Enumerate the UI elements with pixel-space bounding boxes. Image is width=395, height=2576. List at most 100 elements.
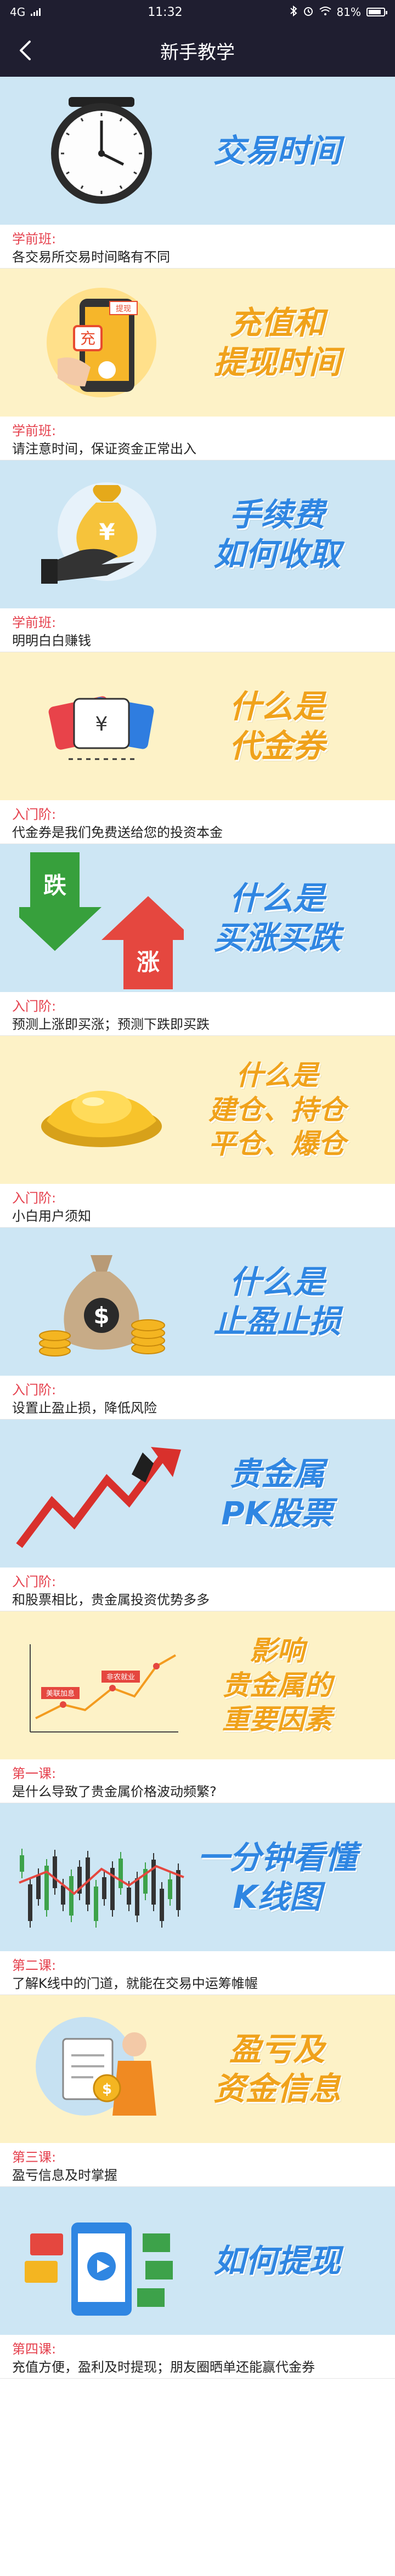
- lesson-title-line: 交易时间: [213, 132, 341, 169]
- lesson-card[interactable]: 交易时间 学前班: 各交易所交易时间略有不同: [0, 77, 395, 269]
- lesson-level-tag: 第四课:: [12, 2341, 57, 2357]
- svg-text:非农就业: 非农就业: [106, 1673, 135, 1682]
- lesson-title: 如何提现: [176, 2187, 379, 2335]
- lesson-banner[interactable]: 跌 涨 什么是 买涨买跌: [0, 844, 395, 992]
- lesson-card[interactable]: $ 什么是 止盈止损 入门阶: 设置止盈止损，降低风险: [0, 1228, 395, 1420]
- lesson-banner[interactable]: 充 提现 充值和 提现时间: [0, 269, 395, 417]
- lesson-banner[interactable]: 美联加息 非农就业 影响 贵金属的 重要因素: [0, 1611, 395, 1759]
- svg-text:提现: 提现: [116, 305, 131, 314]
- alarm-icon: [303, 5, 314, 19]
- lesson-description: 充值方便，盈利及时提现；朋友圈晒单还能赢代金券: [12, 2360, 315, 2375]
- lesson-description: 和股票相比，贵金属投资优势多多: [12, 1592, 210, 1608]
- lesson-title-line: 什么是: [229, 879, 325, 917]
- lesson-title-line: 提现时间: [213, 344, 341, 381]
- lesson-info: 学前班: 明明白白赚钱: [0, 608, 395, 652]
- lesson-banner[interactable]: ¥ 手续费 如何收取: [0, 460, 395, 608]
- lesson-banner[interactable]: 贵金属 PK股票: [0, 1420, 395, 1568]
- lesson-title-line: 贵金属: [229, 1455, 325, 1492]
- lesson-title-line: 代金券: [229, 727, 325, 765]
- lesson-banner[interactable]: 一分钟看懂 K线图: [0, 1803, 395, 1951]
- lesson-card[interactable]: ¥ 手续费 如何收取学前班: 明明白白赚钱: [0, 460, 395, 652]
- lesson-level-tag: 第二课:: [12, 1958, 57, 1973]
- battery-icon: [366, 8, 387, 16]
- svg-text:¥: ¥: [99, 518, 115, 545]
- svg-text:$: $: [102, 2081, 112, 2098]
- lesson-level-tag: 入门阶:: [12, 1574, 57, 1589]
- back-button[interactable]: [12, 37, 38, 64]
- lesson-card[interactable]: 美联加息 非农就业 影响 贵金属的 重要因素 第一课: 是什么导致了贵金属价格波动频繁?: [0, 1611, 395, 1803]
- lesson-title: 什么是 代金券: [176, 652, 379, 800]
- svg-text:$: $: [93, 1302, 109, 1329]
- lesson-info: 入门阶: 设置止盈止损，降低风险: [0, 1376, 395, 1420]
- lesson-card[interactable]: 如何提现第四课: 充值方便，盈利及时提现；朋友圈晒单还能赢代金券: [0, 2187, 395, 2379]
- nav-bar: 新手教学: [0, 24, 395, 77]
- lesson-info: 第三课: 盈亏信息及时掌握: [0, 2143, 395, 2187]
- lesson-description: 设置止盈止损，降低风险: [12, 1400, 157, 1416]
- lesson-info: 学前班: 请注意时间，保证资金正常出入: [0, 417, 395, 460]
- lesson-title: 贵金属 PK股票: [176, 1420, 379, 1568]
- lesson-title-line: 平仓、爆仓: [208, 1128, 346, 1160]
- bluetooth-icon: [290, 5, 297, 19]
- status-right: 81%: [290, 5, 387, 19]
- lesson-banner[interactable]: 交易时间: [0, 77, 395, 225]
- lesson-title-line: 一分钟看懂: [197, 1838, 357, 1876]
- lesson-banner[interactable]: 什么是 建仓、持仓 平仓、爆仓: [0, 1036, 395, 1184]
- person-coin-icon: $: [11, 1995, 192, 2143]
- lesson-info: 第二课: 了解K线中的门道，就能在交易中运筹帷幄: [0, 1951, 395, 1995]
- lesson-description: 各交易所交易时间略有不同: [12, 249, 170, 265]
- lesson-card[interactable]: $ 盈亏及 资金信息 第三课: 盈亏信息及时掌握: [0, 1995, 395, 2187]
- lesson-level-tag: 学前班:: [12, 615, 57, 630]
- lesson-card[interactable]: ¥ 什么是 代金券 入门阶: 代金券是我们免费送给您的投资本金: [0, 652, 395, 844]
- lesson-card[interactable]: 充 提现 充值和 提现时间学前班: 请注意时间，保证资金正常出入: [0, 269, 395, 460]
- lesson-level-tag: 入门阶:: [12, 1190, 57, 1206]
- lesson-title-line: 手续费: [229, 495, 325, 533]
- lesson-card[interactable]: 什么是 建仓、持仓 平仓、爆仓入门阶: 小白用户须知: [0, 1036, 395, 1228]
- lesson-title-line: 盈亏及: [229, 2030, 325, 2068]
- voucher-tickets-icon: ¥: [11, 652, 192, 800]
- lesson-level-tag: 学前班:: [12, 423, 57, 438]
- battery-percent: 81%: [336, 5, 361, 19]
- lesson-card[interactable]: 贵金属 PK股票入门阶: 和股票相比，贵金属投资优势多多: [0, 1420, 395, 1611]
- lesson-title-line: 什么是: [229, 687, 325, 725]
- lesson-title: 交易时间: [176, 77, 379, 225]
- lesson-title: 一分钟看懂 K线图: [176, 1803, 379, 1951]
- money-bag-hand-icon: ¥: [11, 460, 192, 608]
- lesson-description: 请注意时间，保证资金正常出入: [12, 441, 196, 457]
- lesson-title: 手续费 如何收取: [176, 460, 379, 608]
- lesson-title: 盈亏及 资金信息: [176, 1995, 379, 2143]
- lesson-banner[interactable]: $ 盈亏及 资金信息: [0, 1995, 395, 2143]
- page-title: 新手教学: [160, 42, 235, 63]
- wifi-icon: [319, 5, 331, 19]
- svg-text:跌: 跌: [43, 872, 66, 899]
- lesson-level-tag: 第一课:: [12, 1766, 57, 1781]
- lesson-description: 明明白白赚钱: [12, 633, 91, 648]
- clock-icon: [11, 77, 192, 225]
- lesson-description: 小白用户须知: [12, 1209, 91, 1224]
- svg-text:涨: 涨: [137, 949, 160, 976]
- lesson-title: 什么是 止盈止损: [176, 1228, 379, 1376]
- svg-text:充: 充: [80, 329, 95, 347]
- lesson-level-tag: 第三课:: [12, 2150, 57, 2165]
- lesson-title-line: 影响: [250, 1635, 304, 1667]
- lesson-title-line: 贵金属的: [222, 1669, 332, 1701]
- lesson-title-line: 什么是: [229, 1263, 325, 1301]
- svg-text:¥: ¥: [95, 713, 108, 736]
- signal-icon: [31, 8, 41, 16]
- lesson-banner[interactable]: ¥ 什么是 代金券: [0, 652, 395, 800]
- lesson-banner[interactable]: $ 什么是 止盈止损: [0, 1228, 395, 1376]
- lesson-title-line: 充值和: [229, 304, 325, 341]
- trend-arrow-icon: [11, 1420, 192, 1568]
- lesson-title: 影响 贵金属的 重要因素: [176, 1611, 379, 1759]
- lesson-card[interactable]: 一分钟看懂 K线图第二课: 了解K线中的门道，就能在交易中运筹帷幄: [0, 1803, 395, 1995]
- lesson-list: 交易时间 学前班: 各交易所交易时间略有不同 充 提现 充值和 提现时间 学前班: 请注意…: [0, 77, 395, 2379]
- price-line-chart-icon: 美联加息 非农就业: [11, 1611, 192, 1759]
- network-label: 4G: [10, 5, 26, 19]
- lesson-info: 入门阶: 预测上涨即买涨；预测下跌即买跌: [0, 992, 395, 1036]
- lesson-info: 入门阶: 小白用户须知: [0, 1184, 395, 1228]
- lesson-title-line: 如何收取: [213, 535, 341, 573]
- lesson-description: 了解K线中的门道，就能在交易中运筹帷幄: [12, 1976, 258, 1991]
- chevron-left-icon: [20, 41, 31, 60]
- lesson-card[interactable]: 跌 涨 什么是 买涨买跌 入门阶: 预测上涨即买涨；预测下跌即买跌: [0, 844, 395, 1036]
- lesson-banner[interactable]: 如何提现: [0, 2187, 395, 2335]
- lesson-info: 入门阶: 代金券是我们免费送给您的投资本金: [0, 800, 395, 844]
